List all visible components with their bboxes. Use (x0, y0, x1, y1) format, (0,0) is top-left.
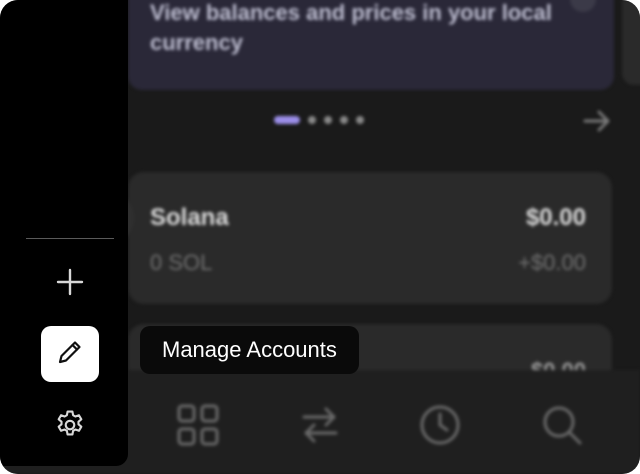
gear-icon (53, 408, 87, 447)
carousel-dot[interactable] (308, 116, 316, 124)
add-account-button[interactable] (46, 262, 94, 306)
token-row-solana[interactable]: Solana 0 SOL $0.00 +$0.00 (128, 172, 612, 304)
token-name: Solana (150, 204, 229, 231)
sidebar-divider (26, 238, 114, 239)
clock-icon[interactable] (418, 403, 462, 452)
grid-icon[interactable] (176, 403, 220, 452)
token-change: +$0.00 (518, 250, 586, 275)
arrow-right-icon[interactable] (582, 106, 612, 141)
pencil-icon (55, 337, 85, 372)
app-window: View balances and prices in your local c… (0, 0, 640, 474)
swap-icon[interactable] (298, 403, 342, 452)
search-icon[interactable] (540, 403, 584, 452)
manage-accounts-tooltip: Manage Accounts (140, 326, 359, 374)
currency-banner[interactable]: View balances and prices in your local c… (128, 0, 614, 90)
carousel-dot-active[interactable] (274, 116, 300, 124)
carousel-dot[interactable] (340, 116, 348, 124)
accounts-sidebar (0, 0, 128, 466)
close-icon[interactable] (570, 0, 596, 12)
settings-button[interactable] (46, 404, 94, 450)
manage-accounts-button[interactable] (41, 326, 99, 382)
carousel-dot[interactable] (324, 116, 332, 124)
token-amount: 0 SOL (150, 250, 213, 275)
next-banner-card[interactable] (622, 0, 640, 85)
token-value: $0.00 (525, 204, 586, 231)
banner-text: View balances and prices in your local c… (150, 0, 552, 55)
plus-icon (55, 267, 85, 302)
carousel-dot[interactable] (356, 116, 364, 124)
